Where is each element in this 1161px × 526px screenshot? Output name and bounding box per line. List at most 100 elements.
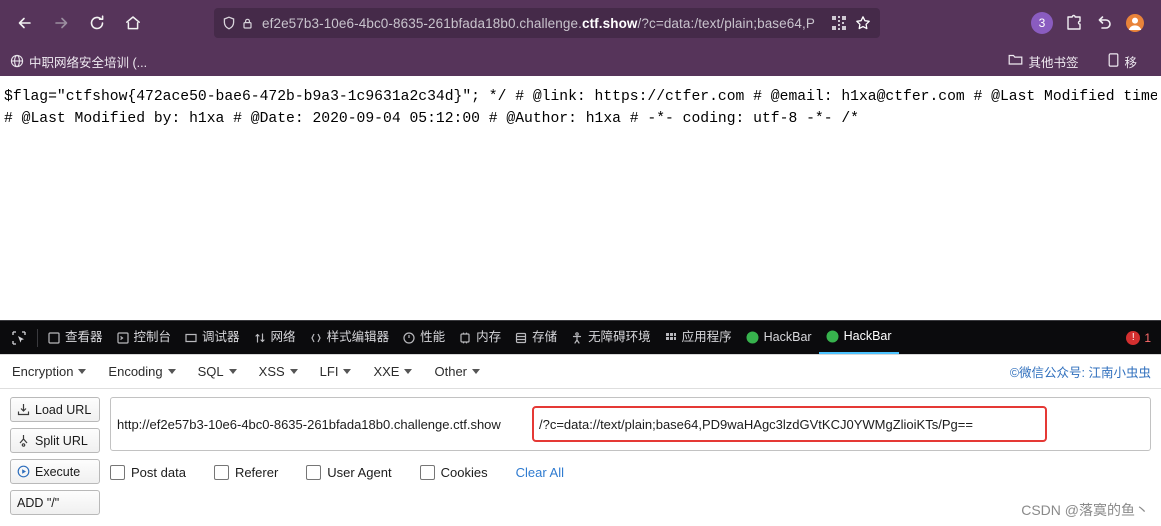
tab-style-editor[interactable]: 样式编辑器 bbox=[303, 321, 397, 354]
tab-hackbar-1[interactable]: HackBar bbox=[739, 321, 819, 354]
error-icon: ! bbox=[1126, 330, 1141, 345]
memory-icon bbox=[459, 332, 471, 344]
home-button[interactable] bbox=[118, 8, 148, 38]
tab-hackbar-1-label: HackBar bbox=[763, 330, 812, 344]
tab-application-label: 应用程序 bbox=[681, 330, 732, 344]
tab-inspector[interactable]: 查看器 bbox=[41, 321, 110, 354]
tab-console-label: 控制台 bbox=[133, 330, 172, 344]
tab-hackbar-2-label: HackBar bbox=[843, 329, 892, 343]
hackbar-menubar: Encryption Encoding SQL XSS LFI XXE Othe… bbox=[0, 355, 1161, 389]
chevron-down-icon bbox=[78, 369, 87, 374]
url-prefix: ef2e57b3-10e6-4bc0-8635-261bfada18b0.cha… bbox=[262, 15, 582, 31]
tab-inspector-label: 查看器 bbox=[65, 330, 103, 344]
accessibility-icon bbox=[571, 331, 583, 344]
load-url-icon bbox=[17, 403, 30, 416]
browser-chrome: ef2e57b3-10e6-4bc0-8635-261bfada18b0.cha… bbox=[0, 0, 1161, 76]
address-bar-actions bbox=[828, 12, 874, 34]
checkbox-user-agent-label: User Agent bbox=[327, 465, 392, 480]
add-slash-label: ADD "/" bbox=[17, 495, 60, 510]
checkbox-referer-box[interactable] bbox=[213, 465, 229, 480]
menu-encoding[interactable]: Encoding bbox=[108, 364, 176, 379]
arrow-right-icon bbox=[52, 14, 70, 32]
puzzle-icon[interactable] bbox=[1065, 14, 1083, 32]
arrow-left-icon bbox=[16, 14, 34, 32]
other-bookmarks-button[interactable]: 其他书签 bbox=[1008, 52, 1078, 71]
checkbox-user-agent[interactable]: User Agent bbox=[306, 465, 392, 480]
inspector-icon bbox=[48, 331, 60, 344]
url-input[interactable]: http://ef2e57b3-10e6-4bc0-8635-261bfada1… bbox=[110, 397, 1151, 451]
checkbox-post-data[interactable]: Post data bbox=[110, 465, 186, 480]
menu-lfi[interactable]: LFI bbox=[320, 364, 352, 379]
tab-debugger[interactable]: 调试器 bbox=[178, 321, 247, 354]
watermark-text: CSDN @落寞的鱼丶 bbox=[1021, 502, 1149, 518]
bookmark-item-0[interactable]: 中职网络安全培训 (... bbox=[10, 52, 147, 71]
checkbox-referer[interactable]: Referer bbox=[213, 465, 279, 480]
undo-arrow-icon[interactable] bbox=[1095, 14, 1113, 32]
tab-network[interactable]: 网络 bbox=[247, 321, 303, 354]
tab-accessibility-label: 无障碍环境 bbox=[588, 330, 651, 344]
mobile-bookmarks-label: 移 bbox=[1124, 55, 1137, 70]
tab-performance[interactable]: 性能 bbox=[396, 321, 452, 354]
tab-storage[interactable]: 存储 bbox=[508, 321, 564, 354]
other-bookmarks-label: 其他书签 bbox=[1028, 55, 1079, 70]
address-bar-text: ef2e57b3-10e6-4bc0-8635-261bfada18b0.cha… bbox=[256, 16, 828, 31]
split-url-label: Split URL bbox=[35, 433, 88, 448]
account-avatar-icon[interactable] bbox=[1125, 13, 1145, 33]
tab-style-editor-label: 样式编辑器 bbox=[326, 330, 390, 344]
checkbox-cookies[interactable]: Cookies bbox=[419, 465, 488, 480]
clear-all-link[interactable]: Clear All bbox=[516, 465, 564, 480]
execute-button[interactable]: Execute bbox=[10, 459, 100, 484]
page-text-line-2: # @Last Modified by: h1xa # @Date: 2020-… bbox=[4, 111, 859, 127]
split-url-button[interactable]: Split URL bbox=[10, 428, 100, 453]
application-icon bbox=[665, 332, 677, 344]
checkbox-cookies-label: Cookies bbox=[440, 465, 488, 480]
tab-hackbar-2[interactable]: HackBar bbox=[818, 321, 899, 354]
bookmarks-bar-right: 其他书签 移 bbox=[1008, 52, 1151, 71]
tab-performance-label: 性能 bbox=[420, 330, 446, 344]
star-icon[interactable] bbox=[852, 12, 874, 34]
back-button[interactable] bbox=[10, 8, 40, 38]
hackbar-panel: Encryption Encoding SQL XSS LFI XXE Othe… bbox=[0, 354, 1161, 526]
padlock-icon bbox=[238, 14, 256, 32]
mobile-bookmarks-button[interactable]: 移 bbox=[1108, 52, 1137, 71]
reload-button[interactable] bbox=[82, 8, 112, 38]
url-suffix: /?c=data:/text/plain;base64,P bbox=[637, 15, 815, 31]
menu-xss-label: XSS bbox=[258, 364, 285, 379]
menu-xss[interactable]: XSS bbox=[259, 364, 298, 379]
element-picker-icon[interactable] bbox=[4, 325, 34, 351]
checkbox-cookies-box[interactable] bbox=[419, 465, 435, 480]
menu-other[interactable]: Other bbox=[434, 364, 480, 379]
devtools-error-indicator[interactable]: ! 1 bbox=[1126, 330, 1157, 345]
shield-icon bbox=[220, 14, 238, 32]
hackbar-url-area: http://ef2e57b3-10e6-4bc0-8635-261bfada1… bbox=[100, 397, 1151, 515]
tab-console[interactable]: 控制台 bbox=[110, 321, 179, 354]
account-badge[interactable]: 3 bbox=[1031, 12, 1053, 34]
tab-memory[interactable]: 内存 bbox=[452, 321, 508, 354]
chevron-down-icon bbox=[289, 369, 298, 374]
devtools-toolbar: 查看器 控制台 调试器 网络 样式编辑器 性能 内存 存储 无障碍环境 应用程序… bbox=[0, 320, 1161, 354]
execute-label: Execute bbox=[35, 464, 81, 479]
tab-network-label: 网络 bbox=[270, 330, 296, 344]
reload-icon bbox=[88, 14, 106, 32]
menu-xxe[interactable]: XXE bbox=[373, 364, 413, 379]
forward-button[interactable] bbox=[46, 8, 76, 38]
add-slash-button[interactable]: ADD "/" bbox=[10, 490, 100, 515]
hackbar-leaf-icon bbox=[746, 331, 759, 344]
page-viewport: $flag="ctfshow{472ace50-bae6-472b-b9a3-1… bbox=[0, 76, 1161, 320]
qr-code-icon[interactable] bbox=[828, 12, 850, 34]
menu-encryption[interactable]: Encryption bbox=[12, 364, 87, 379]
checkbox-referer-label: Referer bbox=[234, 465, 279, 480]
load-url-button[interactable]: Load URL bbox=[10, 397, 100, 422]
address-bar[interactable]: ef2e57b3-10e6-4bc0-8635-261bfada18b0.cha… bbox=[214, 8, 880, 38]
menu-encoding-label: Encoding bbox=[108, 364, 163, 379]
tab-application[interactable]: 应用程序 bbox=[658, 321, 739, 354]
tab-accessibility[interactable]: 无障碍环境 bbox=[564, 321, 658, 354]
hackbar-leaf-icon bbox=[826, 330, 839, 343]
bookmark-item-0-label: 中职网络安全培训 (... bbox=[29, 55, 148, 70]
network-icon bbox=[254, 332, 266, 344]
style-editor-icon bbox=[310, 332, 322, 344]
checkbox-user-agent-box[interactable] bbox=[306, 465, 322, 480]
menu-sql[interactable]: SQL bbox=[198, 364, 237, 379]
checkbox-post-data-box[interactable] bbox=[110, 465, 125, 480]
chevron-down-icon bbox=[404, 369, 413, 374]
